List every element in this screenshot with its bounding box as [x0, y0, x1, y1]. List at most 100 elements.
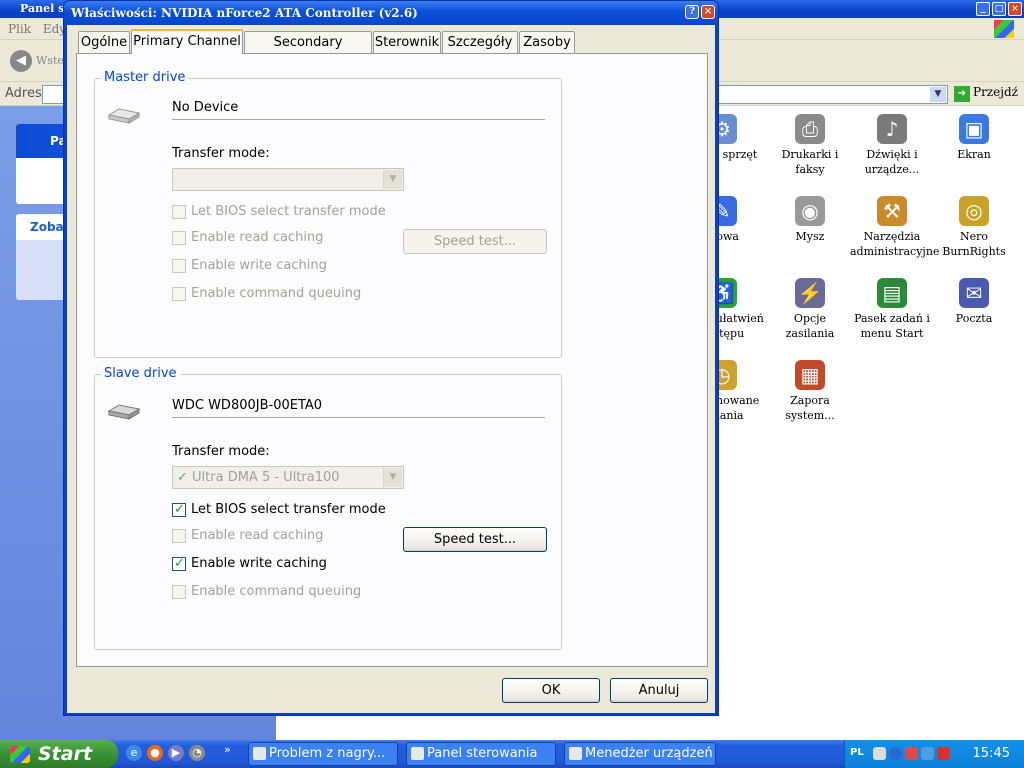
checkbox-box: ✓ — [172, 502, 186, 517]
master-transfer-mode-label: Transfer mode: — [172, 146, 270, 161]
dialog-close-button[interactable]: × — [701, 5, 715, 19]
checkbox-label: Enable write caching — [191, 556, 327, 571]
help-button[interactable]: ? — [685, 5, 699, 19]
start-button[interactable]: Start — [0, 740, 118, 768]
tray-expand-icon[interactable] — [889, 747, 902, 760]
slave-transfer-mode-value: Ultra DMA 5 - Ultra100 — [192, 470, 340, 485]
slave-device-name: WDC WD800JB-00ETA0 — [172, 398, 545, 418]
ok-button[interactable]: OK — [502, 678, 600, 703]
hard-drive-icon — [107, 108, 141, 124]
cp-item-label: Ekran — [957, 148, 991, 161]
go-label: Przejdź — [973, 85, 1018, 99]
language-indicator[interactable]: PL — [850, 747, 864, 758]
slave-command-queuing-checkbox[interactable]: Enable command queuing — [172, 584, 361, 600]
dialog-title: Właściwości: NVIDIA nForce2 ATA Controll… — [71, 6, 418, 20]
checkbox-box — [172, 205, 186, 219]
taskbar: Start e ● ▶ ◔ » Problem z nagry... Panel… — [0, 740, 1024, 768]
minimize-button[interactable]: _ — [976, 2, 990, 16]
checkbox-box — [172, 585, 186, 599]
cp-item-sounds[interactable]: ♪ Dźwięki i urządze... — [850, 112, 934, 177]
clock[interactable]: 15:45 — [973, 746, 1010, 761]
keyboard-icon[interactable] — [873, 747, 886, 760]
back-arrow-icon[interactable]: ◀ — [10, 50, 32, 72]
cp-item-label: Zapora system... — [785, 394, 835, 422]
slave-drive-group: Slave drive WDC WD800JB-00ETA0 Transfer … — [94, 366, 562, 650]
slave-let-bios-checkbox[interactable]: ✓ Let BIOS select transfer mode — [172, 502, 386, 518]
tab-resources[interactable]: Zasoby — [519, 31, 575, 53]
maximize-button[interactable]: □ — [992, 2, 1006, 16]
close-button[interactable]: × — [1008, 2, 1022, 16]
cp-item-mouse[interactable]: ◉ Mysz — [768, 194, 852, 244]
control-panel-icon — [411, 747, 424, 760]
quick-launch-icon[interactable]: ◔ — [189, 745, 205, 761]
checkbox-label: Enable command queuing — [191, 584, 362, 599]
quick-launch-expand-icon[interactable]: » — [224, 743, 231, 756]
menu-file[interactable]: Plik — [8, 22, 31, 36]
master-write-caching-checkbox[interactable]: Enable write caching — [172, 258, 327, 274]
checkmark-icon: ✓ — [174, 502, 185, 517]
tab-general[interactable]: Ogólne — [78, 31, 130, 53]
master-drive-group: Master drive No Device Transfer mode: ▼ … — [94, 70, 562, 358]
taskbar-button-problem[interactable]: Problem z nagry... — [248, 742, 398, 766]
cp-item-power[interactable]: ⚡ Opcje zasilania — [768, 276, 852, 341]
windows-logo-icon — [994, 20, 1014, 38]
ati-icon[interactable] — [937, 747, 950, 760]
media-player-icon[interactable]: ▶ — [168, 745, 184, 761]
cp-item-nero[interactable]: ◎ Nero BurnRights — [932, 194, 1016, 259]
firefox-icon[interactable]: ● — [147, 745, 163, 761]
checkbox-box — [172, 259, 186, 273]
admin-tools-icon: ⚒ — [877, 196, 907, 226]
master-command-queuing-checkbox[interactable]: Enable command queuing — [172, 286, 361, 302]
slave-speed-test-button[interactable]: Speed test... — [403, 527, 547, 552]
slave-read-caching-checkbox[interactable]: Enable read caching — [172, 528, 323, 544]
go-arrow-icon: ➜ — [954, 86, 970, 102]
hard-drive-icon — [107, 404, 141, 420]
cp-item-label: Mysz — [795, 230, 825, 243]
master-drive-title: Master drive — [101, 70, 189, 85]
cp-item-display[interactable]: ▣ Ekran — [932, 112, 1016, 162]
checkbox-label: Enable command queuing — [191, 286, 362, 301]
tab-details[interactable]: Szczegóły — [442, 31, 518, 53]
master-transfer-mode-select[interactable]: ▼ — [172, 168, 404, 191]
check-icon: ✓ — [177, 470, 193, 485]
mail-icon: ✉ — [959, 278, 989, 308]
device-manager-icon — [569, 747, 582, 760]
cp-item-label: Narzędzia administracyjne — [850, 230, 940, 258]
checkbox-label: Enable read caching — [191, 528, 324, 543]
cancel-button[interactable]: Anuluj — [610, 678, 708, 703]
master-read-caching-checkbox[interactable]: Enable read caching — [172, 230, 323, 246]
cp-item-label: Opcje zasilania — [785, 312, 835, 340]
tab-secondary-channel[interactable]: Secondary Channel — [244, 31, 372, 71]
network-icon[interactable] — [905, 747, 918, 760]
cp-item-admin-tools[interactable]: ⚒ Narzędzia administracyjne — [850, 194, 939, 259]
go-button[interactable]: ➜ Przejdź — [954, 85, 1018, 102]
slave-drive-title: Slave drive — [101, 366, 180, 381]
cp-item-mail[interactable]: ✉ Poczta — [932, 276, 1016, 326]
cp-item-firewall[interactable]: ▦ Zapora system... — [768, 358, 852, 423]
slave-transfer-mode-label: Transfer mode: — [172, 444, 270, 459]
dialog-body: Ogólne Primary Channel Secondary Channel… — [67, 25, 715, 713]
cp-item-label: Nero BurnRights — [942, 230, 1006, 258]
slave-write-caching-checkbox[interactable]: ✓ Enable write caching — [172, 556, 327, 572]
dialog-titlebar[interactable]: Właściwości: NVIDIA nForce2 ATA Controll… — [64, 1, 718, 25]
power-icon: ⚡ — [795, 278, 825, 308]
cp-item-printers[interactable]: ⎙ Drukarki i faksy — [768, 112, 852, 177]
display-icon: ▣ — [959, 114, 989, 144]
bluetooth-icon[interactable] — [921, 747, 934, 760]
mouse-icon: ◉ — [795, 196, 825, 226]
master-let-bios-checkbox[interactable]: Let BIOS select transfer mode — [172, 204, 386, 220]
tab-driver[interactable]: Sterownik — [373, 31, 441, 53]
checkbox-box — [172, 231, 186, 245]
checkbox-label: Enable write caching — [191, 258, 327, 273]
windows-flag-icon — [10, 746, 30, 763]
internet-explorer-icon[interactable]: e — [126, 745, 142, 761]
chevron-down-icon[interactable]: ▼ — [930, 87, 946, 102]
slave-transfer-mode-select[interactable]: ✓ Ultra DMA 5 - Ultra100 ▼ — [172, 466, 404, 489]
taskbar-button-control-panel[interactable]: Panel sterowania — [406, 742, 556, 766]
master-speed-test-button[interactable]: Speed test... — [403, 229, 547, 254]
taskbar-button-device-manager[interactable]: Menedżer urządzeń — [564, 742, 716, 766]
checkbox-label: Let BIOS select transfer mode — [191, 204, 386, 219]
cp-item-label: Dźwięki i urządze... — [864, 148, 920, 176]
tab-primary-channel[interactable]: Primary Channel — [131, 29, 243, 54]
cp-item-taskbar[interactable]: ▤ Pasek zadań i menu Start — [850, 276, 934, 341]
